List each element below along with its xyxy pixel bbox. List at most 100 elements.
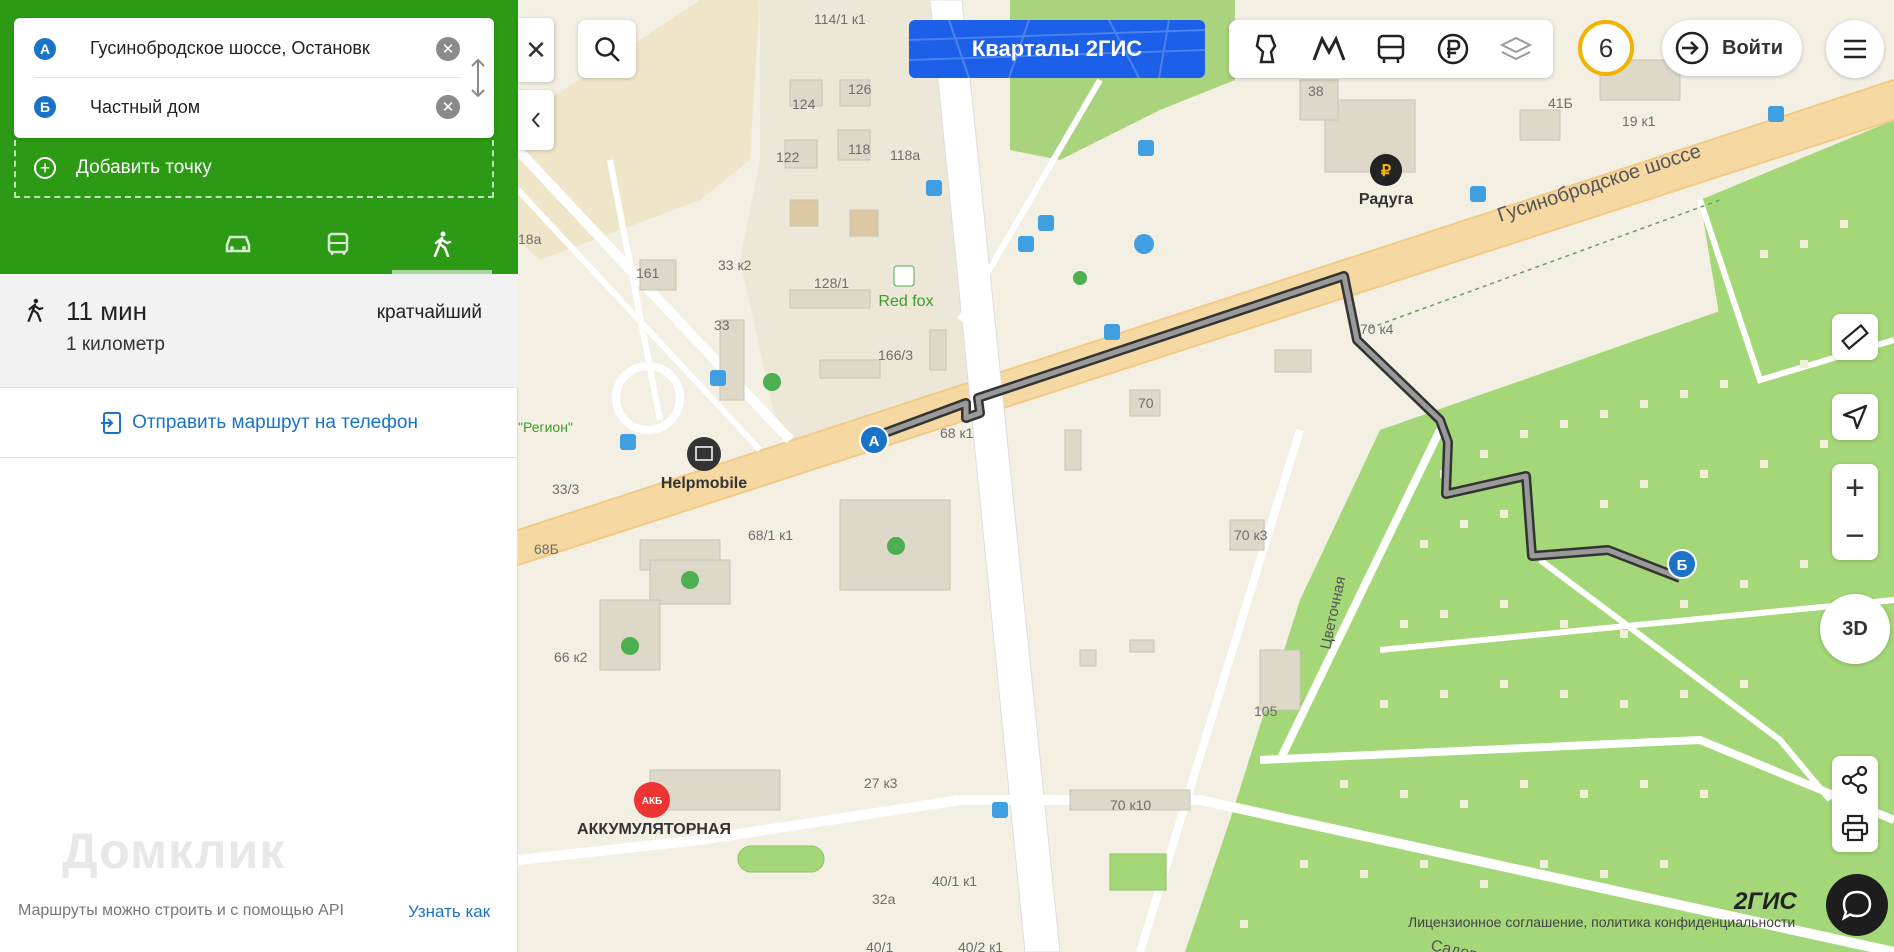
search-button[interactable]	[578, 20, 636, 78]
svg-text:70 к3: 70 к3	[1234, 527, 1268, 543]
svg-text:АККУМУЛЯТОРНАЯ: АККУМУЛЯТОРНАЯ	[577, 821, 731, 838]
svg-text:Радуга: Радуга	[1359, 191, 1413, 208]
chevron-left-icon	[531, 112, 540, 128]
send-phone-icon	[101, 411, 122, 434]
svg-text:70 к4: 70 к4	[1360, 321, 1394, 337]
metro-button[interactable]	[1305, 25, 1353, 73]
svg-text:70: 70	[1138, 395, 1154, 411]
walk-icon	[433, 231, 452, 257]
svg-text:33 к2: 33 к2	[718, 257, 752, 273]
swap-points-button[interactable]	[466, 58, 490, 98]
transport-mode-tabs	[0, 214, 518, 274]
svg-text:70 к10: 70 к10	[1110, 797, 1151, 813]
metro-icon	[1312, 36, 1345, 61]
svg-text:161: 161	[636, 265, 660, 281]
point-a-badge: А	[34, 37, 56, 60]
tab-bus[interactable]	[288, 214, 388, 274]
print-icon	[1841, 814, 1869, 842]
zoom-control: + −	[1832, 464, 1878, 560]
zoom-in-button[interactable]: +	[1832, 464, 1878, 512]
svg-text:Red fox: Red fox	[878, 293, 933, 310]
svg-text:40/1: 40/1	[866, 939, 893, 952]
ruler-button[interactable]	[1832, 314, 1878, 360]
license-link[interactable]: Лицензионное соглашение, политика конфид…	[1408, 914, 1795, 930]
route-duration: 11 мин	[66, 296, 147, 326]
svg-text:32а: 32а	[872, 891, 896, 907]
svg-text:40/2 к1: 40/2 к1	[958, 939, 1003, 952]
layers-button[interactable]	[1492, 25, 1540, 73]
3d-toggle-button[interactable]: 3D	[1820, 594, 1890, 664]
share-print-control	[1832, 756, 1878, 852]
svg-text:68Б: 68Б	[534, 541, 559, 557]
map-layers-toolbar	[1229, 20, 1553, 78]
close-icon: ✕	[525, 34, 547, 65]
add-point-label: Добавить точку	[76, 157, 212, 178]
hamburger-icon	[1844, 39, 1866, 59]
walk-icon	[27, 298, 44, 322]
search-icon	[595, 37, 620, 62]
share-button[interactable]	[1832, 756, 1878, 804]
svg-text:118: 118	[848, 141, 871, 157]
tab-car[interactable]	[188, 214, 288, 274]
svg-text:33: 33	[714, 317, 730, 333]
route-header: А Гусинобродское шоссе, Остановк ✕ Б Час…	[0, 0, 518, 274]
svg-text:66 к2: 66 к2	[554, 649, 588, 665]
svg-text:₽: ₽	[1381, 163, 1391, 180]
svg-text:166/3: 166/3	[878, 347, 913, 363]
api-note: Маршруты можно строить и с помощью API	[18, 902, 344, 919]
add-point-button[interactable]: + Добавить точку	[14, 140, 494, 198]
2gis-logo: 2ГИС	[1734, 888, 1797, 915]
svg-text:27 к3: 27 к3	[864, 775, 898, 791]
print-button[interactable]	[1832, 804, 1878, 852]
svg-text:19 к1: 19 к1	[1622, 113, 1656, 129]
api-learn-link[interactable]: Узнать как	[408, 902, 490, 922]
svg-text:Б: Б	[1677, 557, 1688, 574]
svg-text:118а: 118а	[890, 147, 920, 163]
chat-button[interactable]	[1826, 874, 1888, 936]
banner-label: Кварталы 2ГИС	[971, 36, 1143, 61]
svg-text:128/1: 128/1	[814, 275, 849, 291]
svg-text:18а: 18а	[518, 231, 542, 247]
svg-text:68 к1: 68 к1	[940, 425, 974, 441]
svg-text:68/1 к1: 68/1 к1	[748, 527, 793, 543]
atm-button[interactable]	[1429, 25, 1477, 73]
login-button[interactable]: Войти	[1662, 20, 1802, 76]
attractions-button[interactable]	[1242, 25, 1290, 73]
svg-text:33/3: 33/3	[552, 481, 579, 497]
send-to-phone-label: Отправить маршрут на телефон	[132, 411, 418, 433]
svg-text:41Б: 41Б	[1548, 95, 1573, 111]
clear-point-a-button[interactable]: ✕	[436, 36, 460, 61]
point-b-input[interactable]: Частный дом	[90, 97, 410, 118]
svg-text:А: А	[869, 433, 880, 450]
ruble-icon	[1438, 33, 1469, 65]
menu-button[interactable]	[1826, 20, 1884, 78]
svg-text:126: 126	[848, 81, 872, 97]
tab-walk[interactable]	[392, 214, 492, 274]
svg-text:"Регион": "Регион"	[518, 419, 573, 435]
svg-text:АКБ: АКБ	[642, 796, 663, 807]
svg-text:40/1 к1: 40/1 к1	[932, 873, 977, 889]
point-a-input[interactable]: Гусинобродское шоссе, Остановк	[90, 38, 410, 59]
bus-icon	[327, 232, 349, 255]
my-location-button[interactable]	[1832, 394, 1878, 440]
svg-text:105: 105	[1254, 703, 1278, 719]
login-icon	[1675, 31, 1709, 65]
route-summary[interactable]: 11 мин 1 километр кратчайший	[0, 274, 518, 388]
route-point-b[interactable]: Б Частный дом ✕	[34, 78, 460, 136]
close-panel-button[interactable]: ✕	[518, 18, 554, 82]
collapse-panel-button[interactable]	[518, 90, 554, 150]
send-to-phone-button[interactable]: Отправить маршрут на телефон	[0, 388, 518, 458]
kvartaly-banner[interactable]: Кварталы 2ГИС	[909, 20, 1205, 78]
notifications-counter[interactable]: 6	[1578, 20, 1634, 76]
route-marker-a[interactable]: А	[859, 425, 889, 455]
route-point-a[interactable]: А Гусинобродское шоссе, Остановк ✕	[34, 20, 460, 78]
route-distance: 1 километр	[66, 334, 165, 355]
svg-text:114/1 к1: 114/1 к1	[814, 11, 866, 27]
clear-point-b-button[interactable]: ✕	[436, 95, 460, 119]
route-marker-b[interactable]: Б	[1667, 549, 1697, 579]
zoom-out-button[interactable]: −	[1832, 512, 1878, 560]
attractions-icon	[1255, 34, 1277, 64]
transport-button[interactable]	[1367, 25, 1415, 73]
svg-text:Helpmobile: Helpmobile	[661, 475, 747, 492]
car-icon	[225, 235, 251, 253]
